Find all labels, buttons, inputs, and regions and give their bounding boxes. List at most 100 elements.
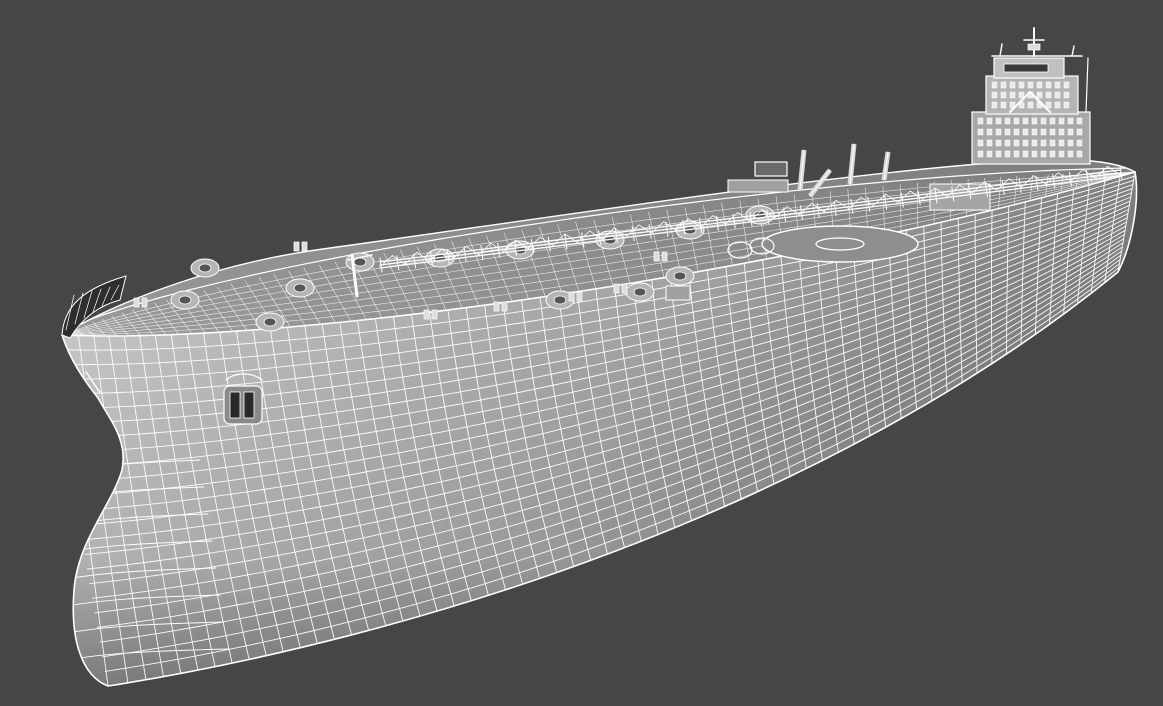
- window: [1018, 91, 1025, 99]
- window: [1022, 128, 1029, 136]
- antenna: [999, 43, 1003, 57]
- mooring-bitt: [568, 291, 575, 302]
- winch-hub: [353, 257, 367, 267]
- mooring-bitt: [141, 297, 148, 308]
- window: [986, 150, 993, 158]
- window: [1022, 150, 1029, 158]
- window: [1040, 117, 1047, 125]
- window: [1000, 81, 1007, 89]
- window: [1013, 128, 1020, 136]
- window: [1000, 91, 1007, 99]
- tanker-wireframe-model[interactable]: [0, 0, 1163, 706]
- window: [1049, 117, 1056, 125]
- window: [1040, 139, 1047, 147]
- window: [1076, 150, 1083, 158]
- window: [986, 117, 993, 125]
- window: [995, 128, 1002, 136]
- window: [1027, 81, 1034, 89]
- mooring-bitt: [493, 301, 500, 312]
- window: [1027, 101, 1034, 109]
- deck-house: [727, 179, 789, 193]
- window: [1054, 101, 1061, 109]
- mooring-bitt: [501, 301, 508, 312]
- funnel-stay: [1085, 57, 1089, 113]
- window: [1013, 117, 1020, 125]
- window: [995, 150, 1002, 158]
- mooring-bitt: [423, 309, 430, 320]
- deck-store: [665, 285, 691, 301]
- 3d-viewport[interactable]: [0, 0, 1163, 706]
- mooring-bitt: [431, 309, 438, 320]
- window: [1004, 117, 1011, 125]
- winch-hub: [198, 263, 212, 273]
- window: [1045, 101, 1052, 109]
- anchor-fluke-left: [229, 391, 241, 419]
- window: [1022, 139, 1029, 147]
- window: [1009, 81, 1016, 89]
- window: [991, 81, 998, 89]
- window: [1004, 150, 1011, 158]
- window: [1031, 117, 1038, 125]
- window: [1018, 81, 1025, 89]
- window: [995, 117, 1002, 125]
- window: [1058, 128, 1065, 136]
- window: [1063, 101, 1070, 109]
- mooring-bitt: [661, 251, 668, 262]
- winch-hub: [553, 295, 567, 305]
- window: [977, 139, 984, 147]
- window: [1054, 81, 1061, 89]
- window: [1049, 128, 1056, 136]
- mooring-bitt: [653, 251, 660, 262]
- window: [1049, 139, 1056, 147]
- window: [991, 101, 998, 109]
- window: [1013, 150, 1020, 158]
- window: [1067, 139, 1074, 147]
- window: [1031, 128, 1038, 136]
- window: [1063, 91, 1070, 99]
- window: [995, 139, 1002, 147]
- window: [1040, 150, 1047, 158]
- mooring-bitt: [293, 241, 300, 252]
- winch-hub: [178, 295, 192, 305]
- window: [1058, 139, 1065, 147]
- mooring-bitt: [621, 283, 628, 294]
- bridge-windows: [1003, 63, 1049, 73]
- window: [1054, 91, 1061, 99]
- window: [1063, 81, 1070, 89]
- window: [1067, 117, 1074, 125]
- mooring-bitt: [613, 283, 620, 294]
- window: [986, 128, 993, 136]
- window: [1067, 128, 1074, 136]
- winch-hub: [293, 283, 307, 293]
- window: [977, 128, 984, 136]
- window: [1058, 117, 1065, 125]
- mooring-bitt: [576, 291, 583, 302]
- window: [977, 117, 984, 125]
- window: [1013, 139, 1020, 147]
- window: [1004, 128, 1011, 136]
- window: [1040, 128, 1047, 136]
- manifold-frame: [754, 161, 788, 177]
- window: [1000, 101, 1007, 109]
- winch-hub: [673, 271, 687, 281]
- window: [1022, 117, 1029, 125]
- window: [1076, 139, 1083, 147]
- winch-hub: [263, 317, 277, 327]
- window: [1009, 91, 1016, 99]
- window: [1049, 150, 1056, 158]
- window: [1036, 81, 1043, 89]
- window: [1067, 150, 1074, 158]
- mooring-bitt: [301, 241, 308, 252]
- winch-hub: [633, 287, 647, 297]
- helipad-circle: [761, 225, 919, 263]
- anchor-fluke-right: [243, 391, 255, 419]
- mooring-bitt: [133, 297, 140, 308]
- window: [977, 150, 984, 158]
- window: [1004, 139, 1011, 147]
- window: [986, 139, 993, 147]
- window: [991, 91, 998, 99]
- window: [1076, 128, 1083, 136]
- window: [1036, 91, 1043, 99]
- window: [1076, 117, 1083, 125]
- antenna: [1071, 45, 1075, 57]
